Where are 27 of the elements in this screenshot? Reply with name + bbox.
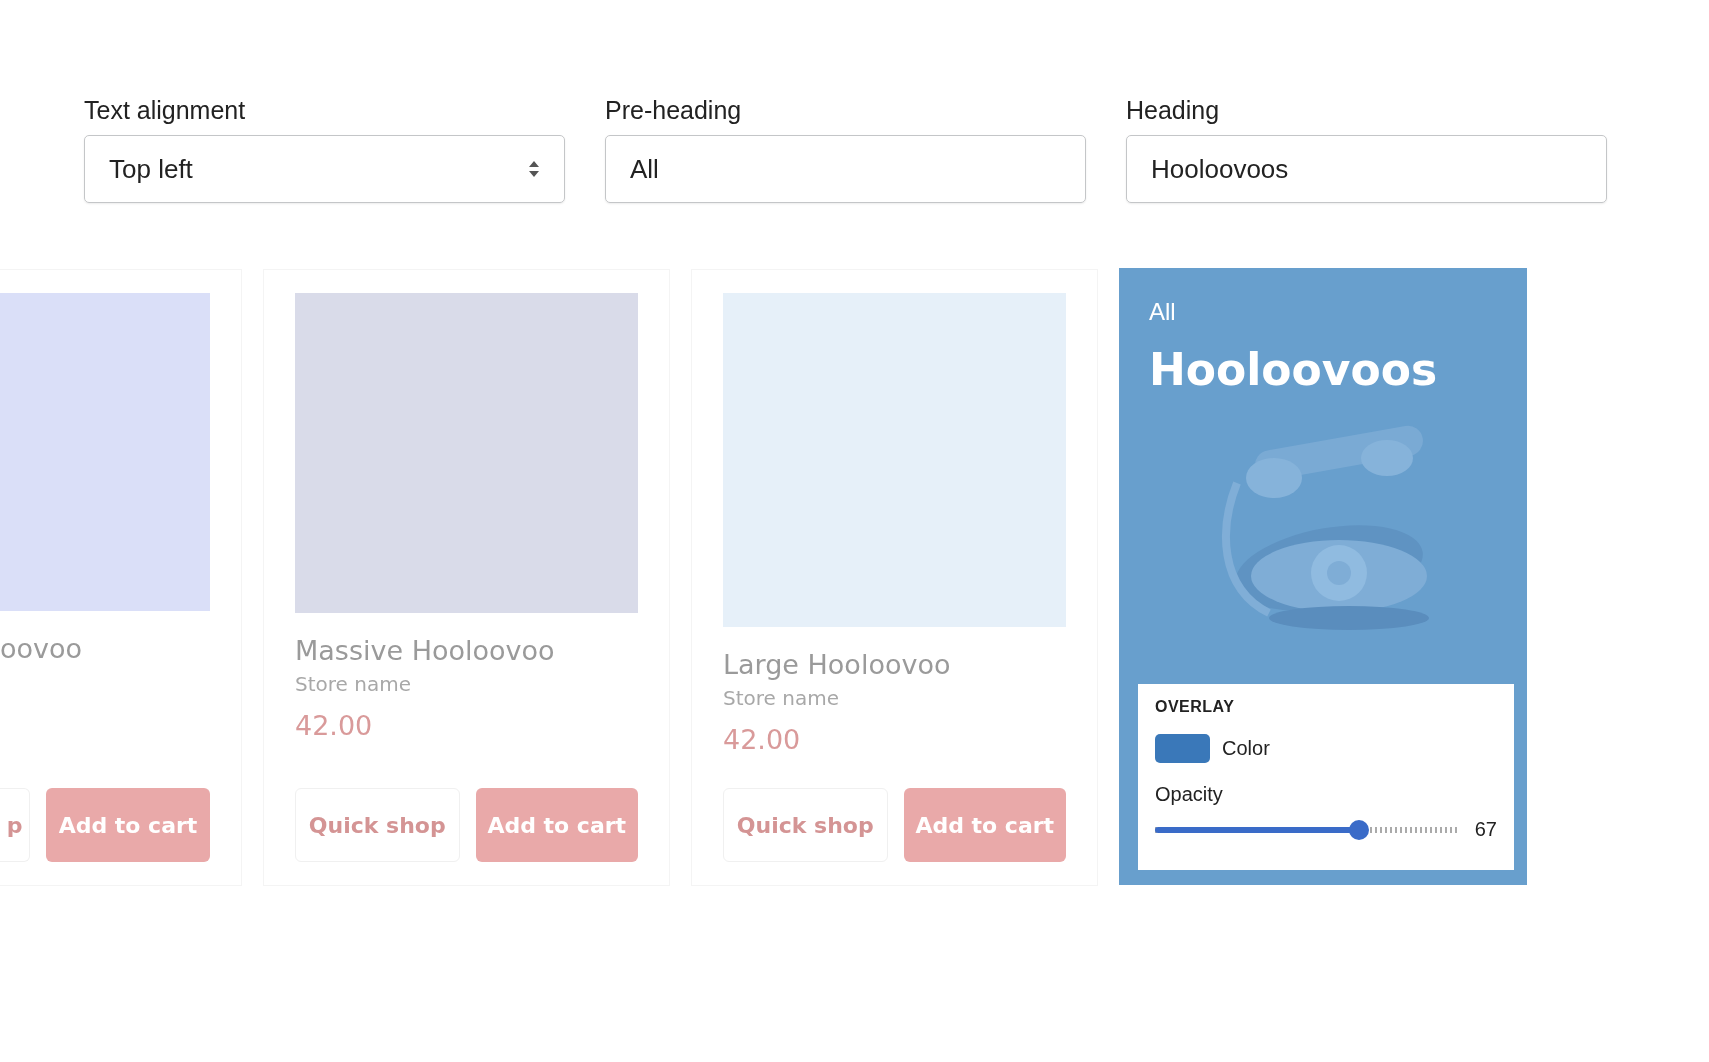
overlay-title: OVERLAY xyxy=(1155,698,1236,716)
add-to-cart-button[interactable]: Add to cart xyxy=(903,788,1066,862)
store-name: Store name xyxy=(723,686,840,710)
quick-shop-button[interactable]: Quick shop xyxy=(295,788,460,862)
field-label: Text alignment xyxy=(84,96,247,125)
add-to-cart-button[interactable]: Add to cart xyxy=(475,788,638,862)
product-title: oovoo xyxy=(0,633,84,664)
select-field[interactable]: Top left xyxy=(84,135,565,203)
color-swatch[interactable] xyxy=(1155,734,1210,763)
text-field[interactable]: All xyxy=(605,135,1086,203)
text-field[interactable]: Hooloovoos xyxy=(1126,135,1607,203)
field-label: Heading xyxy=(1126,96,1221,125)
quick-shop-button[interactable]: p xyxy=(0,788,30,862)
opacity-value: 67 xyxy=(1474,818,1497,841)
quick-shop-button[interactable]: Quick shop xyxy=(723,788,888,862)
product-title: Massive Hooloovoo xyxy=(295,635,556,666)
store-name: Store name xyxy=(295,672,412,696)
add-to-cart-button[interactable]: Add to cart xyxy=(46,788,210,862)
product-price: 42.00 xyxy=(295,710,374,741)
field-label: Pre-heading xyxy=(605,96,743,125)
product-title: Large Hooloovoo xyxy=(723,649,952,680)
color-label: Color xyxy=(1222,737,1270,760)
pre-heading: All xyxy=(1149,298,1177,326)
heading: Hooloovoos xyxy=(1149,344,1439,395)
opacity-slider[interactable] xyxy=(1155,818,1459,841)
opacity-label: Opacity xyxy=(1155,783,1224,806)
product-price: 42.00 xyxy=(723,724,802,755)
